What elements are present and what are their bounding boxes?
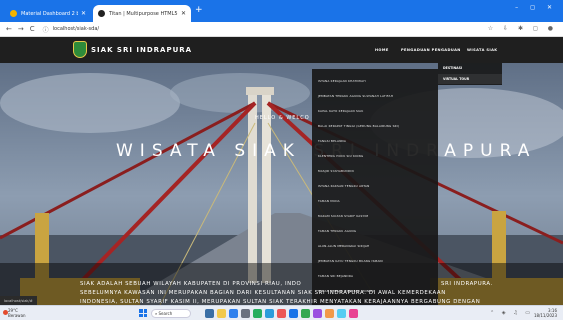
browser-tab-strip: Material Dashboard 2 by Creat ✕ Titan | …: [0, 0, 563, 22]
app-icon[interactable]: [337, 309, 346, 318]
hero-greeting: HELLO & WELCO: [255, 115, 310, 121]
close-tab-icon[interactable]: ✕: [181, 10, 186, 17]
tab-favicon-icon: [98, 10, 105, 17]
app-icon[interactable]: [253, 309, 262, 318]
window-controls[interactable]: – ◻ ✕: [515, 4, 557, 11]
link-status-tooltip: localhost/siak/#: [0, 296, 37, 305]
close-tab-icon[interactable]: ✕: [81, 10, 86, 17]
site-info-icon[interactable]: ⓘ: [43, 25, 49, 34]
dropdown-item[interactable]: MAKAM SULTAN SYARIF KASYIM: [318, 214, 368, 218]
edge-icon[interactable]: [229, 309, 238, 318]
clock-date: 18/11/2023: [533, 312, 557, 318]
submenu-virtual-tour[interactable]: VIRTUAL TOUR: [443, 77, 469, 81]
dropdown-item[interactable]: ISTANA KERAJAAN KHATIMIAH: [318, 79, 366, 83]
site-brand[interactable]: SIAK SRI INDRAPURA: [91, 46, 192, 54]
weather-icon: [3, 310, 8, 315]
dropdown-item[interactable]: TAMAN TENGKU AGUNG: [318, 229, 356, 233]
dropdown-item[interactable]: KLENTENG HOCK SIU KIONG: [318, 154, 363, 158]
windows-taskbar: 29°C Berawan ⌕ Search ⌃ ◈ ♫ ▭ 3:16 18/11…: [0, 305, 563, 320]
taskbar-app-icons: [205, 309, 358, 318]
browser-extension-icons[interactable]: ☆ ⇩ ✱ ◻ ●: [488, 25, 557, 32]
nav-pengaduan[interactable]: PENGADUAN PENGADUAN: [401, 48, 461, 52]
dropdown-item[interactable]: ALUN-ALUN MERANGKAI SIRIJAH: [318, 244, 369, 248]
dropdown-item[interactable]: JEMBATAN KAYU TENGKU BUANG ISMANI: [318, 259, 383, 263]
address-bar[interactable]: ⓘ localhost/siak-sda/: [43, 25, 99, 34]
app-icon[interactable]: [349, 309, 358, 318]
dropdown-item[interactable]: TAMAN MUDA: [318, 199, 340, 203]
taskbar-search-box[interactable]: ⌕ Search: [151, 309, 191, 318]
intro-paragraph-line: SIAK ADALAH SEBUAH WILAYAH KABUPATEN DI …: [80, 281, 302, 287]
store-icon[interactable]: [241, 309, 250, 318]
browser-tab-material-dashboard[interactable]: Material Dashboard 2 by Creat ✕: [5, 5, 91, 22]
app-icon[interactable]: [313, 309, 322, 318]
start-windows-icon[interactable]: [139, 309, 147, 317]
search-label: Search: [158, 311, 173, 316]
dropdown-item[interactable]: MASJID SYAHABUDDIN: [318, 169, 354, 173]
wisata-submenu: DESTINASI VIRTUAL TOUR: [438, 63, 502, 85]
intro-paragraph-line: SRI INDRAPURA.: [441, 281, 493, 287]
clock[interactable]: 3:16 18/11/2023: [533, 308, 557, 318]
task-view-icon[interactable]: [205, 309, 214, 318]
site-header: SIAK SRI INDRAPURA HOME PENGADUAN PENGAD…: [0, 37, 563, 63]
reload-button[interactable]: C: [30, 25, 35, 33]
intro-paragraph-line: SEBELUMNYA KAWASAN INI MERUPAKAN BAGIAN …: [80, 290, 446, 296]
submenu-destinasi[interactable]: DESTINASI: [443, 66, 462, 70]
chrome-icon[interactable]: [301, 309, 310, 318]
weather-widget[interactable]: 29°C Berawan: [3, 308, 26, 318]
nav-home[interactable]: HOME: [375, 48, 389, 52]
forward-button[interactable]: →: [18, 25, 24, 33]
file-explorer-icon[interactable]: [217, 309, 226, 318]
system-tray-icons[interactable]: ⌃ ◈ ♫ ▭: [490, 310, 533, 316]
hero-bridge-image: [0, 63, 563, 305]
dropdown-item[interactable]: JEMBATAN TENGKU AGUNG SULTANAH LATIFAH: [318, 94, 393, 98]
tab-title: Titan | Multipurpose HTML5 Te: [109, 10, 178, 17]
browser-tab-titan[interactable]: Titan | Multipurpose HTML5 Te ✕: [93, 5, 191, 22]
app-icon[interactable]: [265, 309, 274, 318]
vscode-icon[interactable]: [289, 309, 298, 318]
dropdown-item[interactable]: ISTANA RAKSAN TENGKU ARTAN: [318, 184, 369, 188]
tab-favicon-icon: [10, 10, 17, 17]
dropdown-item[interactable]: TAMAN SRI BEJANDRA: [318, 274, 353, 278]
url-text: localhost/siak-sda/: [52, 26, 100, 32]
dropdown-item[interactable]: BALAI KERAPAT TINGGI (GEDUNG BALAIRUNG S…: [318, 124, 399, 128]
siak-logo[interactable]: [73, 41, 87, 58]
weather-desc: Berawan: [8, 313, 26, 318]
browser-toolbar: ← → C ⓘ localhost/siak-sda/ ☆ ⇩ ✱ ◻ ●: [0, 22, 563, 37]
nav-wisata-siak[interactable]: WISATA SIAK: [467, 48, 498, 52]
dropdown-item[interactable]: TANGSI BELANDA: [318, 139, 346, 143]
back-button[interactable]: ←: [6, 25, 12, 33]
web-page: SIAK SRI INDRAPURA HOME PENGADUAN PENGAD…: [0, 37, 563, 305]
new-tab-button[interactable]: +: [195, 5, 203, 15]
destinasi-dropdown: ISTANA KERAJAAN KHATIMIAH JEMBATAN TENGK…: [312, 69, 438, 305]
tab-title: Material Dashboard 2 by Creat: [21, 10, 78, 17]
app-icon[interactable]: [277, 309, 286, 318]
dropdown-item[interactable]: KAPAL KATO KERAJAAN SIAK: [318, 109, 363, 113]
app-icon[interactable]: [325, 309, 334, 318]
